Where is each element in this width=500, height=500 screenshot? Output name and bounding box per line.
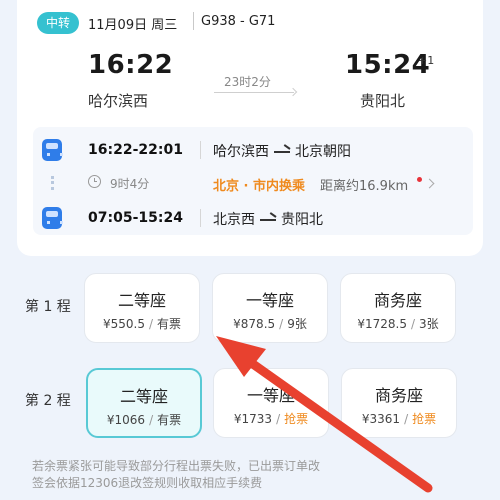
seat-status: 抢票 <box>284 412 309 426</box>
leg-1-from: 哈尔滨西 <box>213 144 269 160</box>
leg-2-from: 北京西 <box>213 212 255 228</box>
leg-2-route: 北京西 贵阳北 <box>213 209 323 229</box>
seat-price: ¥1728.5 <box>357 317 407 331</box>
transfer-type[interactable]: 北京 · 市内换乘 <box>213 175 305 194</box>
refund-notice: 若余票紧张可能导致部分行程出票失败，已出票订单改 签会依据12306退改签规则收… <box>32 458 452 492</box>
seat-price-status: ¥878.5/9张 <box>233 317 307 331</box>
seat-price: ¥878.5 <box>233 317 276 331</box>
seat-price: ¥3361 <box>361 412 401 426</box>
seat-name: 二等座 <box>119 387 168 406</box>
depart-station: 哈尔滨西 <box>88 92 149 110</box>
leg-1-times: 16:22-22:01 <box>88 142 183 158</box>
seat-option-row2-second[interactable]: 二等座 ¥1066/有票 <box>86 368 202 438</box>
seat-name: 商务座 <box>374 386 423 405</box>
train-icon <box>42 139 63 161</box>
notice-line-1: 若余票紧张可能导致部分行程出票失败，已出票订单改 <box>32 459 321 473</box>
total-duration: 23时2分 <box>224 75 271 89</box>
depart-time: 16:22 <box>88 50 174 80</box>
route-arrow-icon <box>274 145 290 153</box>
leg-2-to: 贵阳北 <box>281 212 323 228</box>
transfer-distance[interactable]: 距离约16.9km <box>320 175 408 194</box>
train-numbers: G938 - G71 <box>201 14 276 29</box>
train-icon <box>42 207 63 229</box>
duration-line <box>214 92 294 93</box>
leg-1-route: 哈尔滨西 北京朝阳 <box>213 141 351 161</box>
leg-1-divider <box>200 141 201 159</box>
route-arrow-icon <box>260 213 276 221</box>
leg-2-times: 07:05-15:24 <box>88 210 183 226</box>
notice-line-2: 签会依据12306退改签规则收取相应手续费 <box>32 476 263 490</box>
row-1-label: 第 1 程 <box>25 299 71 315</box>
seat-option-row2-first[interactable]: 一等座 ¥1733/抢票 <box>213 368 329 438</box>
seat-name: 一等座 <box>245 291 294 310</box>
connector-dots <box>51 176 54 190</box>
seat-status: 抢票 <box>412 412 437 426</box>
seat-price: ¥550.5 <box>102 317 145 331</box>
seat-price-status: ¥1728.5/3张 <box>357 317 439 331</box>
seat-status: 9张 <box>287 317 307 331</box>
seat-price-status: ¥1733/抢票 <box>233 412 309 426</box>
seat-price: ¥1733 <box>233 412 273 426</box>
leg-1-to: 北京朝阳 <box>295 144 351 160</box>
header-divider <box>193 12 194 30</box>
seat-status: 有票 <box>157 413 182 427</box>
travel-date: 11月09日 周三 <box>88 18 178 33</box>
seat-price-status: ¥550.5/有票 <box>102 317 182 331</box>
seat-status: 有票 <box>157 317 182 331</box>
row-2-label: 第 2 程 <box>25 393 71 409</box>
arrive-station: 贵阳北 <box>360 92 406 110</box>
seat-option-row1-second[interactable]: 二等座 ¥550.5/有票 <box>84 273 200 343</box>
transfer-tag: 中转 <box>37 12 80 34</box>
seat-price-status: ¥1066/有票 <box>106 413 182 427</box>
seat-name: 商务座 <box>373 291 422 310</box>
layover-duration: 9时4分 <box>110 177 150 191</box>
seat-option-row1-first[interactable]: 一等座 ¥878.5/9张 <box>212 273 328 343</box>
seat-name: 二等座 <box>117 291 166 310</box>
seat-option-row2-business[interactable]: 商务座 ¥3361/抢票 <box>341 368 457 438</box>
seat-name: 一等座 <box>246 386 295 405</box>
leg-2-divider <box>200 209 201 227</box>
arrive-day-offset: +1 <box>418 54 435 67</box>
seat-price: ¥1066 <box>106 413 146 427</box>
seat-price-status: ¥3361/抢票 <box>361 412 437 426</box>
seat-status: 3张 <box>419 317 439 331</box>
clock-icon <box>88 175 101 188</box>
notification-dot <box>417 177 422 182</box>
seat-option-row1-business[interactable]: 商务座 ¥1728.5/3张 <box>340 273 456 343</box>
